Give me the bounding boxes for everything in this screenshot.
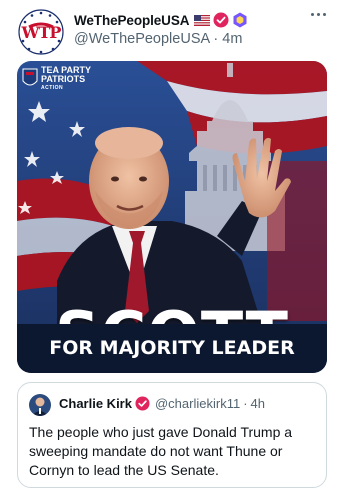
logo-line-3: ACTION	[41, 84, 64, 91]
quoted-tweet[interactable]: Charlie Kirk @charliekirk11 · 4h The peo…	[17, 382, 327, 488]
image-subheadline: FOR MAJORITY LEADER	[49, 337, 295, 359]
author-display-name[interactable]: WeThePeopleUSA	[74, 13, 189, 28]
author-handle[interactable]: @WeThePeopleUSA	[74, 31, 209, 47]
quoted-author-avatar[interactable]	[29, 394, 51, 416]
post-time[interactable]: 4m	[222, 31, 242, 47]
quoted-author-row: Charlie Kirk @charliekirk11 · 4h	[59, 396, 265, 411]
separator-dot: ·	[213, 31, 219, 47]
tweet[interactable]: WTP WeThePeopleUSA @WeThePeopleUSA · 4m	[0, 0, 343, 500]
verified-red-icon[interactable]	[213, 12, 229, 28]
more-options-icon[interactable]	[308, 8, 328, 20]
post-image[interactable]: TEA PARTY PATRIOTS ACTION SCOTT FOR MAJO…	[17, 61, 327, 373]
quoted-time[interactable]: 4h	[251, 396, 265, 411]
author-avatar[interactable]: WTP	[17, 8, 65, 56]
author-handle-row: @WeThePeopleUSA · 4m	[74, 31, 242, 47]
separator-dot: ·	[243, 396, 248, 411]
quoted-tweet-text: The people who just gave Donald Trump a …	[29, 424, 293, 478]
verified-red-icon[interactable]	[135, 396, 150, 411]
logo-line-2: PATRIOTS	[41, 73, 86, 84]
avatar-logo-text: WTP	[21, 23, 62, 42]
quoted-handle[interactable]: @charliekirk11	[155, 396, 240, 411]
hexagon-purple-icon[interactable]	[232, 12, 248, 28]
quoted-display-name[interactable]: Charlie Kirk	[59, 396, 132, 411]
author-name-row: WeThePeopleUSA	[74, 11, 248, 29]
tea-party-patriots-logo: TEA PARTY PATRIOTS ACTION	[41, 65, 91, 91]
us-flag-icon	[194, 14, 211, 26]
